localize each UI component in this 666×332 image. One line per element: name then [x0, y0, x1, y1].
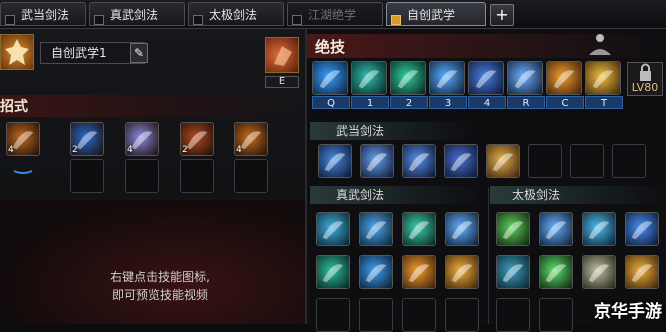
empty-skill-slot[interactable]	[570, 144, 604, 178]
tab-checkbox-checked[interactable]	[391, 15, 401, 25]
zhenwu-skill-icon[interactable]	[402, 212, 436, 246]
section-divider	[488, 188, 489, 324]
tab-label: 真武剑法	[110, 8, 159, 22]
tab-checkbox[interactable]	[193, 15, 203, 25]
zhenwu-skill-icon[interactable]	[445, 212, 479, 246]
empty-skill-slot[interactable]	[316, 298, 350, 332]
wudang-skill-icon[interactable]	[486, 144, 520, 178]
skill-count: 2	[72, 145, 78, 155]
combo-skill-slot[interactable]: 4	[234, 122, 268, 156]
taiji-skill-icon[interactable]	[539, 212, 573, 246]
ultimate-skill-icon[interactable]	[468, 61, 504, 95]
skill-count: 4	[8, 145, 14, 155]
empty-skill-slot[interactable]	[496, 298, 530, 332]
taiji-skill-icon[interactable]	[582, 212, 616, 246]
tab-checkbox[interactable]	[5, 15, 15, 25]
section-title-zhenwu: 真武剑法	[336, 188, 385, 202]
zhenwu-skill-icon[interactable]	[316, 212, 350, 246]
zhenwu-skill-icon[interactable]	[316, 255, 350, 289]
zhenwu-skill-icon[interactable]	[359, 212, 393, 246]
ultimate-skill-icon[interactable]	[507, 61, 543, 95]
empty-skill-slot[interactable]	[234, 159, 268, 193]
taiji-skill-icon[interactable]	[496, 212, 530, 246]
empty-skill-slot[interactable]	[612, 144, 646, 178]
preview-hint-line2: 即可预览技能视频	[111, 288, 208, 302]
pencil-icon[interactable]: ✎	[130, 43, 148, 63]
slot-indicator	[6, 162, 40, 174]
empty-skill-slot[interactable]	[539, 298, 573, 332]
empty-skill-slot[interactable]	[445, 298, 479, 332]
wudang-skill-icon[interactable]	[402, 144, 436, 178]
ultimate-skill-icon[interactable]	[351, 61, 387, 95]
preview-hint-line1: 右键点击技能图标,	[110, 270, 210, 284]
hotkey-label: 4	[468, 96, 506, 109]
ultimate-skill-icon[interactable]	[585, 61, 621, 95]
taiji-skill-icon[interactable]	[582, 255, 616, 289]
skill-count: 4	[127, 145, 133, 155]
tab-custom[interactable]: 自创武学	[386, 2, 486, 26]
wudang-header-bg	[310, 122, 470, 140]
section-title-wudang: 武当剑法	[336, 124, 385, 138]
hotkey-label: T	[585, 96, 623, 109]
tab-taiji[interactable]: 太极剑法	[188, 2, 284, 26]
tab-checkbox[interactable]	[292, 15, 302, 25]
taiji-skill-icon[interactable]	[496, 255, 530, 289]
hotkey-label: C	[546, 96, 584, 109]
add-tab-button[interactable]: +	[490, 4, 514, 26]
section-header-bg	[0, 95, 300, 117]
tab-label: 自创武学	[407, 8, 456, 22]
combo-skill-slot[interactable]: 2	[70, 122, 104, 156]
tab-zhenwu[interactable]: 真武剑法	[89, 2, 185, 26]
skill-count: 4	[236, 145, 242, 155]
wudang-skill-icon[interactable]	[318, 144, 352, 178]
tab-label: 武当剑法	[21, 8, 70, 22]
ultimate-skill-icon[interactable]	[429, 61, 465, 95]
zhenwu-skill-icon[interactable]	[445, 255, 479, 289]
empty-skill-slot[interactable]	[402, 298, 436, 332]
ultimate-skill-icon[interactable]	[546, 61, 582, 95]
zhenwu-skill-icon[interactable]	[359, 255, 393, 289]
combo-skill-slot[interactable]: 2	[180, 122, 214, 156]
section-title-ultimate: 绝技	[315, 38, 346, 56]
unlock-level-label: LV80	[631, 81, 659, 94]
tab-bar: 武当剑法 真武剑法 太极剑法 江湖绝学 自创武学 +	[0, 0, 666, 29]
empty-skill-slot[interactable]	[70, 159, 104, 193]
hotkey-label: 3	[429, 96, 467, 109]
section-title-combo: 招式	[0, 99, 28, 115]
taiji-skill-icon[interactable]	[539, 255, 573, 289]
watermark-brand: 京华手游	[594, 302, 662, 322]
tab-jianghu[interactable]: 江湖绝学	[287, 2, 383, 26]
empty-skill-slot[interactable]	[180, 159, 214, 193]
ultimate-skill-icon[interactable]	[390, 61, 426, 95]
tab-wudang[interactable]: 武当剑法	[0, 2, 86, 26]
empty-skill-slot[interactable]	[359, 298, 393, 332]
wudang-skill-icon[interactable]	[444, 144, 478, 178]
martial-emblem-icon	[0, 34, 34, 70]
zhenwu-skill-icon[interactable]	[402, 255, 436, 289]
hotkey-label: R	[507, 96, 545, 109]
empty-skill-slot[interactable]	[528, 144, 562, 178]
skill-e-icon[interactable]	[265, 37, 299, 73]
key-label-e: E	[265, 76, 299, 88]
skill-count: 2	[182, 145, 188, 155]
taiji-skill-icon[interactable]	[625, 255, 659, 289]
taiji-skill-icon[interactable]	[625, 212, 659, 246]
preview-area	[0, 200, 305, 324]
ultimate-skill-icon[interactable]	[312, 61, 348, 95]
hotkey-label: 1	[351, 96, 389, 109]
hotkey-label: 2	[390, 96, 428, 109]
tab-label: 江湖绝学	[308, 8, 357, 22]
combo-skill-slot[interactable]: 4	[6, 122, 40, 156]
section-title-taiji: 太极剑法	[512, 188, 561, 202]
meditation-figure-icon	[585, 33, 615, 57]
wudang-skill-icon[interactable]	[360, 144, 394, 178]
combo-skill-slot[interactable]: 4	[125, 122, 159, 156]
empty-skill-slot[interactable]	[125, 159, 159, 193]
tab-checkbox[interactable]	[94, 15, 104, 25]
tab-label: 太极剑法	[209, 8, 258, 22]
hotkey-label: Q	[312, 96, 350, 109]
